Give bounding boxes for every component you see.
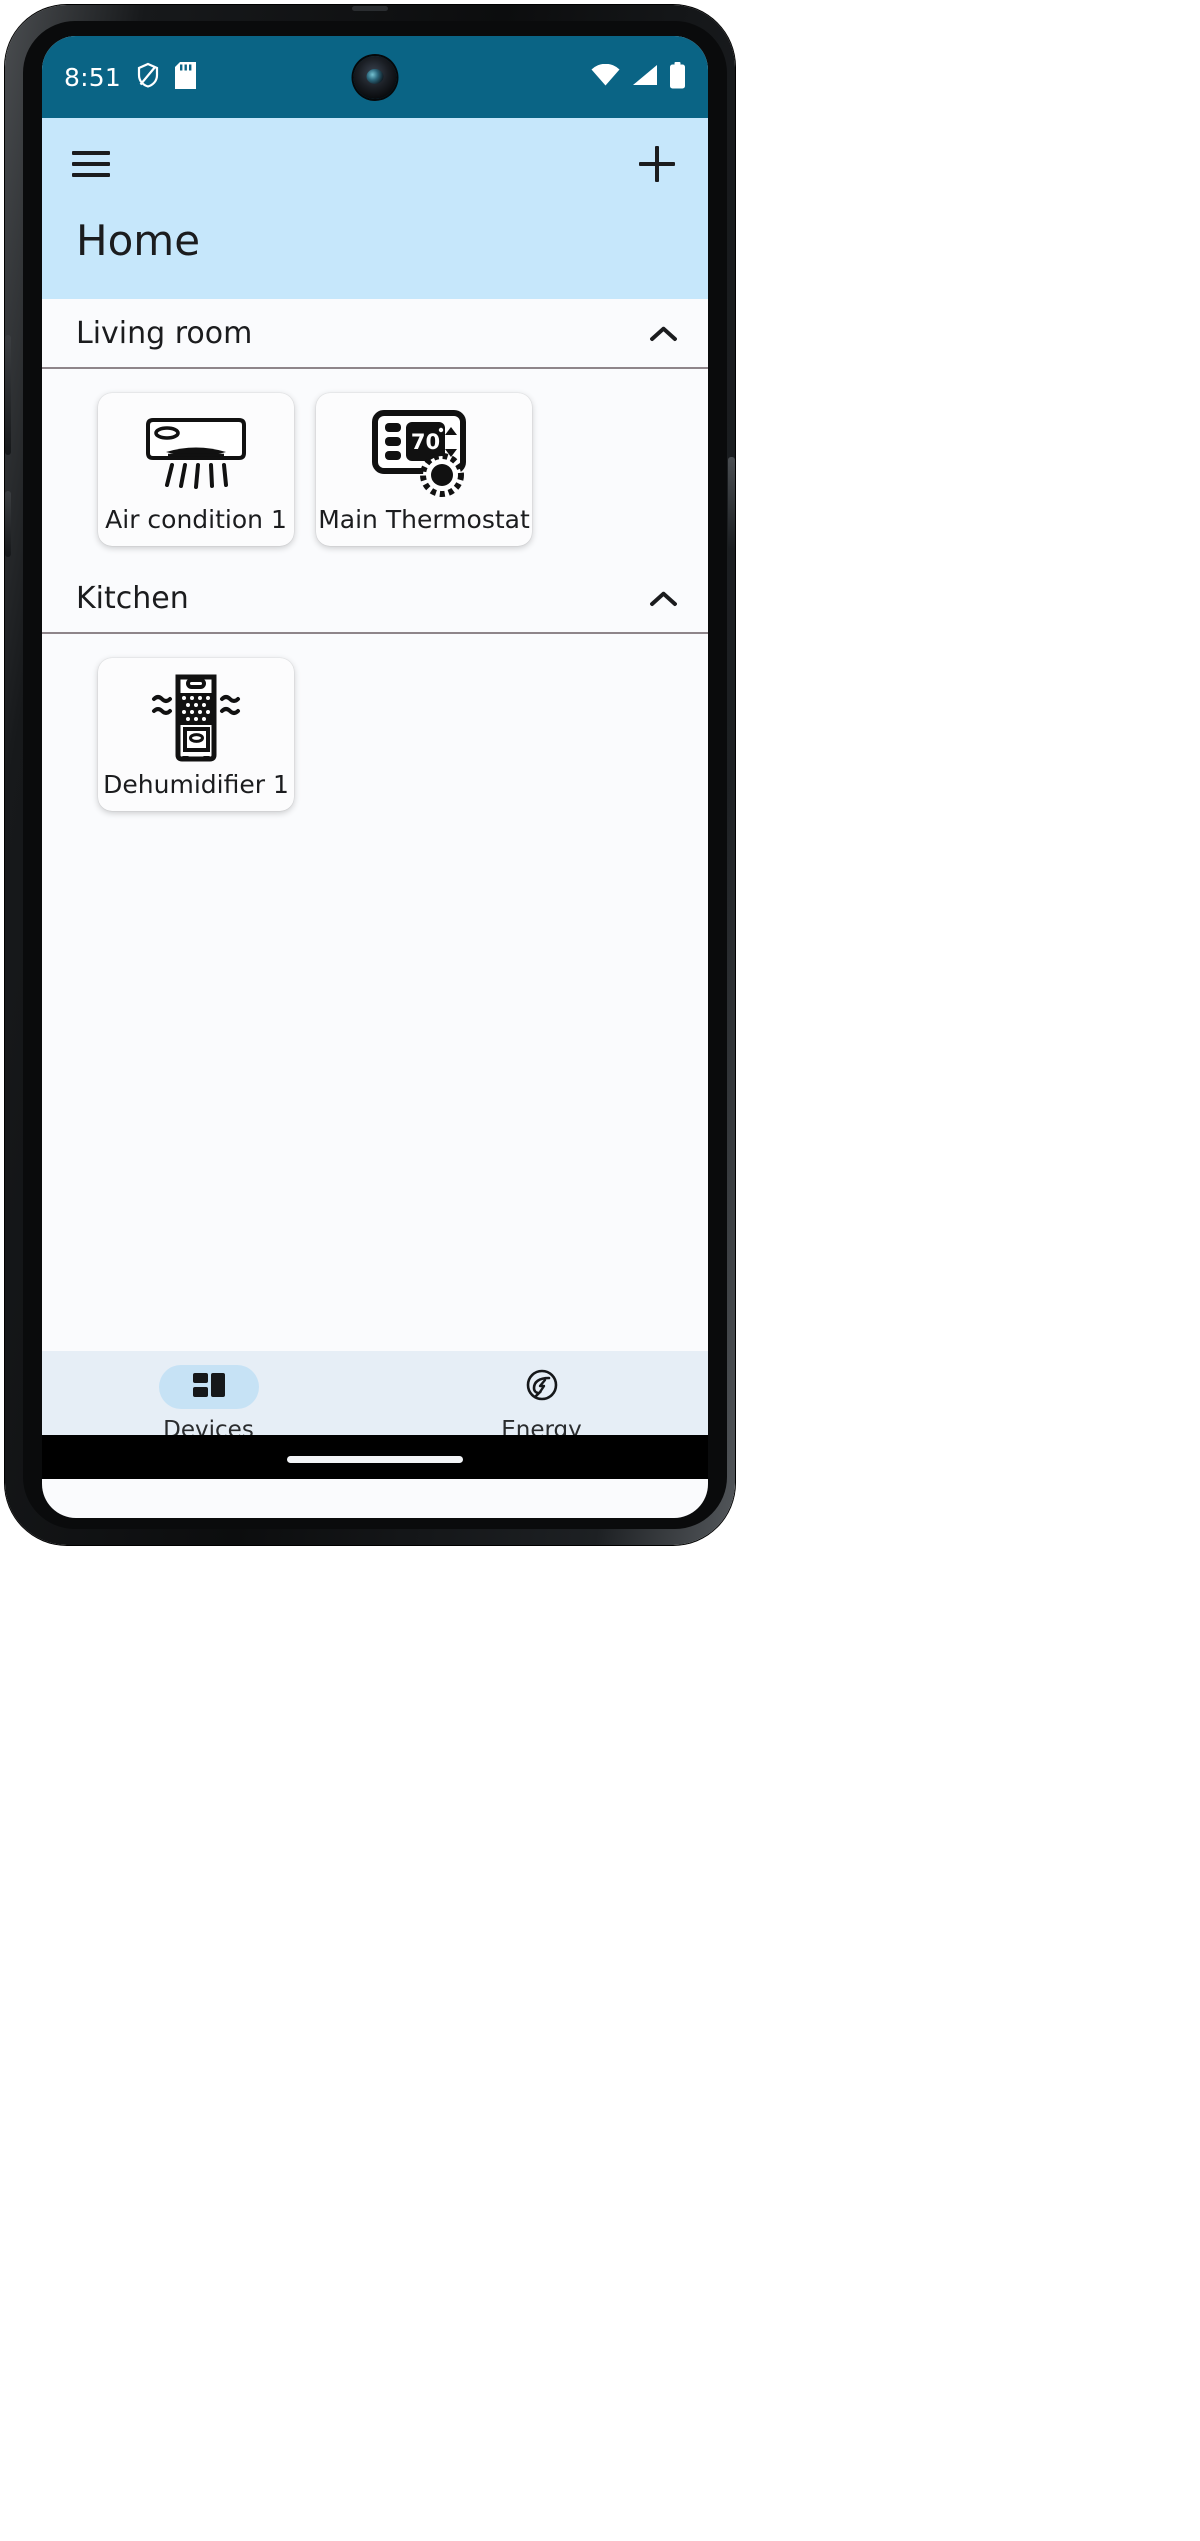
device-grid-living-room: Air condition 1 70 Main Thermostat — [42, 369, 708, 564]
phone-screen: 8:51 Home Living room Air condition 1 70… — [42, 36, 708, 1518]
room-header-living-room[interactable]: Living room — [42, 299, 708, 367]
dehumidifier-icon — [140, 672, 252, 764]
device-card-dehumidifier-1[interactable]: Dehumidifier 1 — [98, 658, 294, 811]
battery-icon — [669, 61, 686, 93]
nav-item-devices[interactable]: Devices — [42, 1365, 375, 1443]
room-title: Kitchen — [76, 580, 189, 616]
svg-text:70: 70 — [411, 430, 440, 454]
hamburger-menu-icon[interactable] — [72, 151, 110, 177]
thermostat-icon: 70 — [372, 407, 476, 499]
energy-leaf-icon — [525, 1368, 559, 1406]
air-conditioner-icon — [140, 407, 252, 499]
front-camera-punch-hole — [353, 56, 397, 99]
gesture-home-bar[interactable] — [287, 1456, 463, 1463]
volume-button[interactable] — [5, 335, 11, 455]
sd-card-icon — [174, 61, 196, 93]
room-header-kitchen[interactable]: Kitchen — [42, 564, 708, 632]
screenshot-stage: 8:51 Home Living room Air condition 1 70… — [0, 0, 1200, 2541]
device-grid-kitchen: Dehumidifier 1 — [42, 634, 708, 829]
plus-icon[interactable] — [636, 143, 678, 185]
section-divider — [42, 632, 708, 634]
dashboard-grid-icon — [192, 1372, 226, 1402]
side-button-right[interactable] — [728, 457, 735, 549]
chevron-up-icon[interactable] — [648, 324, 678, 342]
app-bar-actions — [42, 118, 708, 210]
earpiece-speaker — [352, 6, 388, 11]
device-label: Main Thermostat — [318, 505, 530, 534]
wifi-icon — [591, 63, 620, 90]
power-button[interactable] — [5, 491, 11, 557]
status-bar-right — [591, 61, 686, 93]
shield-vpn-icon — [136, 62, 160, 92]
section-divider — [42, 367, 708, 369]
status-bar-left: 8:51 — [64, 61, 196, 93]
device-card-air-condition-1[interactable]: Air condition 1 — [98, 393, 294, 546]
cellular-signal-icon — [631, 64, 658, 90]
status-time: 8:51 — [64, 62, 121, 92]
status-bar: 8:51 — [42, 36, 708, 118]
nav-icon-wrapper — [492, 1365, 592, 1409]
device-card-main-thermostat[interactable]: 70 Main Thermostat — [316, 393, 532, 546]
page-title: Home — [76, 216, 201, 265]
chevron-up-icon[interactable] — [648, 589, 678, 607]
system-navigation-strip — [42, 1435, 708, 1479]
phone-device-frame: 8:51 Home Living room Air condition 1 70… — [5, 5, 735, 1545]
device-label: Dehumidifier 1 — [103, 770, 289, 799]
device-list-content: Living room Air condition 1 70 Main Ther… — [42, 299, 708, 1479]
app-bar: Home — [42, 118, 708, 299]
nav-active-indicator — [158, 1365, 259, 1409]
nav-item-energy[interactable]: Energy — [375, 1365, 708, 1443]
device-label: Air condition 1 — [105, 505, 287, 534]
room-title: Living room — [76, 315, 253, 351]
